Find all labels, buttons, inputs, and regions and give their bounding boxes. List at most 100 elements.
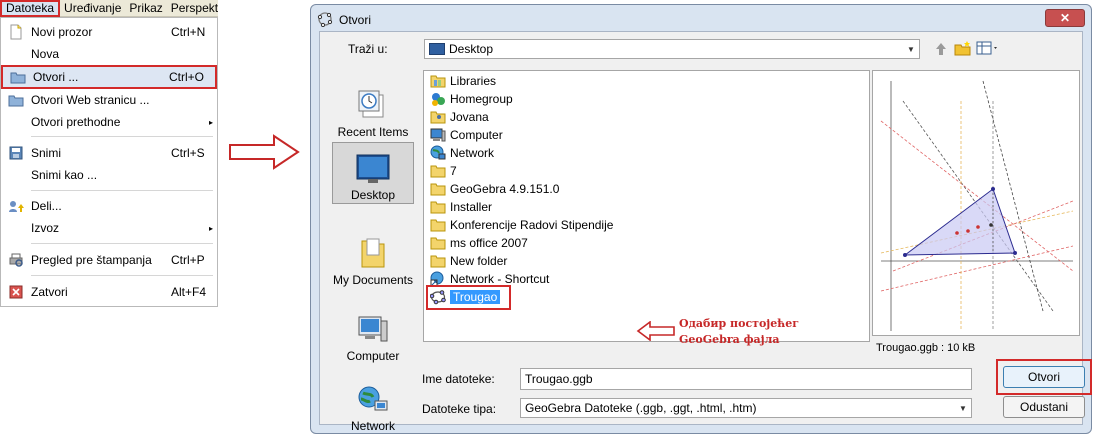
annotation-line: GeoGebra фајла <box>679 333 780 346</box>
menu-item-export[interactable]: Izvoz ▸ <box>1 217 217 239</box>
list-item[interactable]: Network <box>430 144 494 162</box>
menu-item-new[interactable]: Nova <box>1 43 217 65</box>
menu-datoteka[interactable]: Datoteka <box>0 0 61 17</box>
network-icon <box>430 145 446 161</box>
chevron-down-icon: ▼ <box>959 403 967 413</box>
look-in-label: Traži u: <box>348 42 388 56</box>
menu-item-shortcut: Ctrl+P <box>171 253 205 267</box>
list-item[interactable]: Jovana <box>430 108 489 126</box>
menu-item-label: Nova <box>31 47 60 61</box>
left-arrow-icon <box>636 320 676 344</box>
view-menu-icon[interactable] <box>976 40 1000 59</box>
recent-items-icon <box>357 89 389 125</box>
menu-item-save[interactable]: Snimi Ctrl+S <box>1 142 217 164</box>
menu-item-save-as[interactable]: Snimi kao ... <box>1 164 217 186</box>
look-in-combo[interactable]: Desktop ▼ <box>424 39 920 59</box>
menu-item-open-recent[interactable]: Otvori prethodne ▸ <box>1 111 217 133</box>
preview-geometry-image <box>880 80 1074 331</box>
menu-item-close[interactable]: Zatvori Alt+F4 <box>1 281 217 303</box>
file-type-value: GeoGebra Datoteke (.ggb, .ggt, .html, .h… <box>525 401 757 415</box>
open-button-highlight-box <box>996 359 1092 395</box>
place-label: Desktop <box>350 188 396 202</box>
print-preview-icon <box>1 253 31 267</box>
dialog-app-icon <box>317 11 333 30</box>
save-icon <box>1 146 31 160</box>
dialog-titlebar: Otvori <box>317 9 371 31</box>
menu-item-new-window[interactable]: Novi prozor Ctrl+N <box>1 21 217 43</box>
new-folder-icon[interactable] <box>954 40 972 59</box>
menu-item-label: Snimi kao ... <box>31 168 98 182</box>
open-folder-icon <box>3 70 33 84</box>
right-arrow-icon <box>228 133 302 174</box>
menu-item-label: Otvori Web stranicu ... <box>31 93 150 107</box>
menu-uredivanje[interactable]: Uređivanje <box>60 0 125 17</box>
submenu-arrow-icon: ▸ <box>208 117 213 127</box>
place-desktop[interactable]: Desktop <box>332 142 414 204</box>
share-icon <box>1 199 31 213</box>
file-type-select[interactable]: GeoGebra Datoteke (.ggb, .ggt, .html, .h… <box>520 398 972 418</box>
menu-separator <box>31 243 213 244</box>
place-network[interactable]: Network <box>332 372 414 434</box>
file-name: Network <box>450 146 495 160</box>
file-name: GeoGebra 4.9.151.0 <box>450 182 560 196</box>
folder-icon <box>430 217 446 233</box>
menu-item-print-preview[interactable]: Pregled pre štampanja Ctrl+P <box>1 249 217 271</box>
place-computer[interactable]: Computer <box>332 302 414 364</box>
folder-icon <box>430 163 446 179</box>
dialog-close-button[interactable]: ✕ <box>1045 9 1085 27</box>
menu-item-label: Izvoz <box>31 221 60 235</box>
desktop-small-icon <box>429 43 445 55</box>
menu-separator <box>31 190 213 191</box>
menu-prikaz[interactable]: Prikaz <box>125 0 166 17</box>
libraries-icon <box>430 73 446 89</box>
place-recent-items[interactable]: Recent Items <box>332 78 414 140</box>
homegroup-icon <box>430 91 446 107</box>
file-name-input[interactable]: Trougao.ggb <box>520 368 972 390</box>
look-in-value: Desktop <box>449 42 494 56</box>
open-folder-icon <box>1 93 31 107</box>
folder-icon <box>430 181 446 197</box>
place-label: My Documents <box>332 273 414 287</box>
menu-perspektive[interactable]: Perspekt <box>167 0 222 17</box>
list-item[interactable]: New folder <box>430 252 507 270</box>
file-preview <box>872 70 1080 336</box>
cancel-button[interactable]: Odustani <box>1003 396 1085 418</box>
list-item[interactable]: Homegroup <box>430 90 513 108</box>
dialog-body: Traži u: Desktop ▼ Recent Items Desktop … <box>319 31 1092 433</box>
list-item[interactable]: Libraries <box>430 72 496 90</box>
menubar: Datoteka Uređivanje Prikaz Perspekt <box>0 0 218 17</box>
file-name: Network - Shortcut <box>450 272 550 286</box>
list-item[interactable]: 7 <box>430 162 457 180</box>
menu-item-shortcut: Ctrl+S <box>171 146 205 160</box>
list-item[interactable]: ms office 2007 <box>430 234 528 252</box>
menu-item-open-web[interactable]: Otvori Web stranicu ... <box>1 89 217 111</box>
place-label: Recent Items <box>337 125 409 139</box>
up-folder-icon[interactable] <box>932 40 950 59</box>
place-my-documents[interactable]: My Documents <box>332 210 414 288</box>
file-list: Libraries Homegroup Jovana Computer Netw… <box>423 70 870 346</box>
menu-separator <box>31 136 213 137</box>
menu-item-label: Otvori ... <box>33 70 79 84</box>
user-folder-icon <box>430 109 446 125</box>
file-name: Installer <box>450 200 493 214</box>
file-name: ms office 2007 <box>450 236 528 250</box>
menu-item-label: Otvori prethodne <box>31 115 121 129</box>
annotation-text: Одабир постојећег GeoGebra фајла <box>679 316 799 348</box>
list-item[interactable]: GeoGebra 4.9.151.0 <box>430 180 559 198</box>
file-name: Homegroup <box>450 92 513 106</box>
new-window-icon <box>1 24 31 40</box>
places-bar: Recent Items Desktop My Documents Comput… <box>330 70 418 433</box>
list-item[interactable]: Computer <box>430 126 503 144</box>
menu-item-shortcut: Ctrl+O <box>169 70 205 84</box>
documents-folder-icon <box>359 237 387 273</box>
file-name: 7 <box>450 164 457 178</box>
file-menu: Novi prozor Ctrl+N Nova Otvori ... Ctrl+… <box>0 17 218 307</box>
menu-item-shortcut: Alt+F4 <box>171 285 207 299</box>
folder-icon <box>430 199 446 215</box>
list-item[interactable]: Konferencije Radovi Stipendije <box>430 216 613 234</box>
list-item[interactable]: Installer <box>430 198 492 216</box>
desktop-icon <box>356 154 390 188</box>
menu-item-share[interactable]: Deli... <box>1 195 217 217</box>
menu-item-open[interactable]: Otvori ... Ctrl+O <box>1 65 217 89</box>
submenu-arrow-icon: ▸ <box>208 223 213 233</box>
